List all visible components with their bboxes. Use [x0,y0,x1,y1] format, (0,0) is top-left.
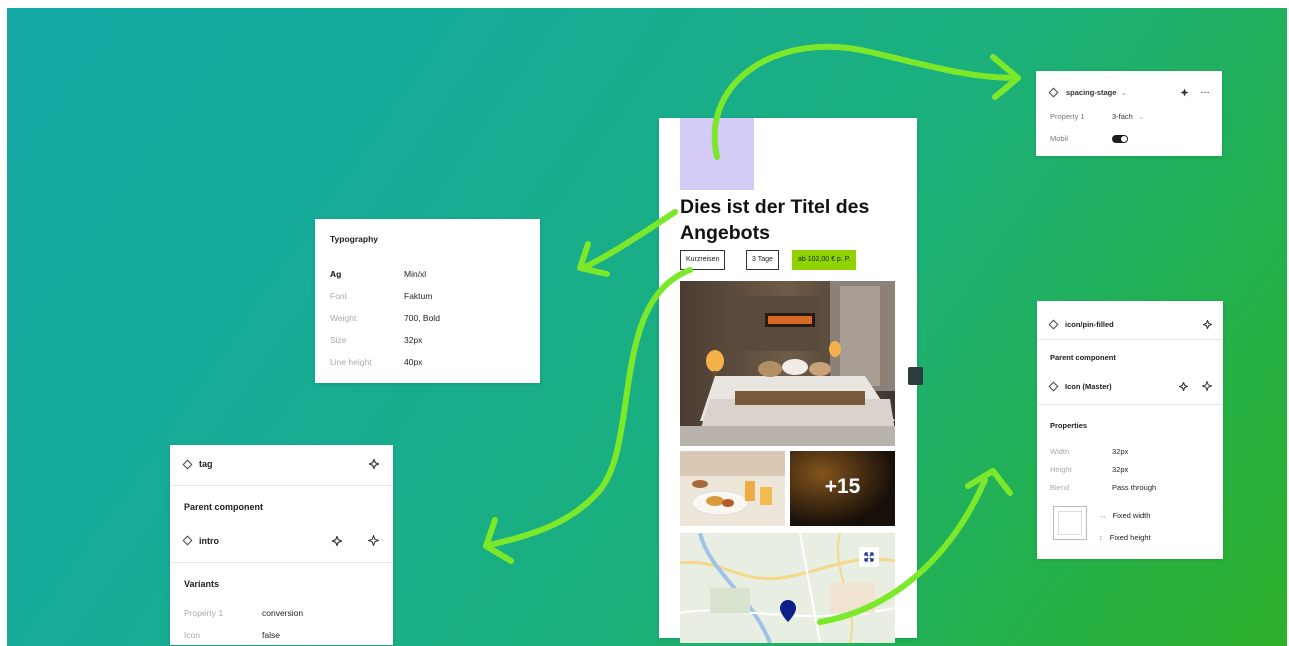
location-map[interactable] [680,533,895,643]
go-to-main-component-icon[interactable] [332,535,342,546]
fixed-width-icon: ↔ [1099,511,1107,520]
divider [1037,404,1223,405]
variant-property-value[interactable]: false [262,630,280,640]
component-name[interactable]: tag [199,459,213,469]
tag-chip-category[interactable]: Kurzreisen [680,250,726,270]
resize-handle[interactable] [908,367,923,385]
divider [1037,339,1223,340]
typo-key: Ag [330,269,342,279]
typo-value: 32px [404,335,423,345]
hotel-room-photo[interactable] [680,281,895,446]
typo-row-size: Size 32px [330,335,422,345]
typo-key: Size [330,335,347,345]
parent-component-name[interactable]: intro [199,536,219,546]
parent-component-name[interactable]: Icon (Master) [1065,382,1112,391]
component-name[interactable]: icon/pin-filled [1065,320,1114,329]
component-instance-icon [1048,87,1059,98]
mobile-label: Mobil [1050,134,1068,143]
property-label: Blend [1050,483,1070,492]
typo-row-weight: Weight 700, Bold [330,313,440,323]
reset-instance-icon[interactable] [368,535,379,546]
typo-value: Min/xl [404,269,427,279]
chevron-down-icon[interactable]: ⌄ [1138,112,1144,121]
tag-chip-duration[interactable]: 3 Tage [746,250,779,270]
go-to-main-component-icon[interactable] [1180,88,1189,97]
expand-icon [864,552,874,562]
component-instance-icon [182,459,193,469]
component-instance-icon [1048,319,1059,330]
placeholder-block [680,118,754,190]
tag-instance-panel: tag Parent component intro Variants Prop… [170,445,393,645]
property-label: Height [1050,465,1072,474]
parent-component-heading: Parent component [1050,353,1116,362]
parent-component-heading: Parent component [184,502,264,512]
go-to-main-component-icon[interactable] [369,459,379,469]
expand-map-button[interactable] [859,547,879,567]
property-label: Width [1050,447,1070,456]
variant-property-label: Property 1 [184,608,224,618]
breakfast-photo[interactable] [680,451,785,526]
typography-heading: Typography [330,234,379,244]
divider [170,562,393,563]
go-to-main-component-icon[interactable] [1179,381,1188,391]
spacing-stage-panel: spacing-stage ⌄ ··· Property 1 3-fach ⌄ … [1036,71,1222,156]
typo-value: Faktum [404,291,433,301]
fixed-height-label[interactable]: Fixed height [1110,533,1151,542]
typo-key: Font [330,291,348,301]
typo-value: 40px [404,357,423,367]
icon-instance-panel: icon/pin-filled Parent component Icon (M… [1037,301,1223,559]
resizing-preview-box [1053,506,1087,540]
typo-value: 700, Bold [404,313,440,323]
mobile-offer-frame: Dies ist der Titel des Angebots Kurzreis… [659,118,917,643]
variants-heading: Variants [184,579,220,589]
divider [170,485,393,486]
component-name[interactable]: spacing-stage [1066,88,1116,97]
more-photos-tile[interactable]: +15 [790,451,895,526]
typo-row-style: Ag Min/xl [330,269,426,279]
typo-key: Weight [330,313,357,323]
mobile-toggle[interactable] [1112,134,1128,143]
more-options-icon[interactable]: ··· [1201,88,1210,97]
properties-heading: Properties [1050,421,1088,430]
reset-instance-icon[interactable] [1202,381,1212,391]
fixed-height-icon: ↕ [1099,533,1103,542]
variant-property-value[interactable]: conversion [262,608,303,618]
property-value[interactable]: 32px [1112,465,1128,474]
property-value[interactable]: 32px [1112,447,1128,456]
typography-panel: Typography Ag Min/xl Font Faktum Weight … [315,219,540,383]
typo-key: Line height [330,357,372,367]
typo-row-font: Font Faktum [330,291,432,301]
tag-chip-price[interactable]: ab 102,00 € p. P. [792,250,857,270]
chevron-down-icon[interactable]: ⌄ [1120,88,1126,97]
property-value[interactable]: Pass through [1112,483,1156,492]
more-photos-count: +15 [824,475,861,498]
component-instance-icon [182,535,193,546]
offer-title: Dies ist der Titel des Angebots [680,196,870,244]
fixed-width-label[interactable]: Fixed width [1113,511,1151,520]
go-to-main-component-icon[interactable] [1203,320,1212,329]
typo-row-line-height: Line height 40px [330,357,422,367]
property-value-select[interactable]: 3-fach [1112,112,1133,121]
component-instance-icon [1048,381,1059,391]
property-label: Property 1 [1050,112,1085,121]
map-pin-icon[interactable] [779,599,797,623]
variant-property-label: Icon [184,630,201,640]
